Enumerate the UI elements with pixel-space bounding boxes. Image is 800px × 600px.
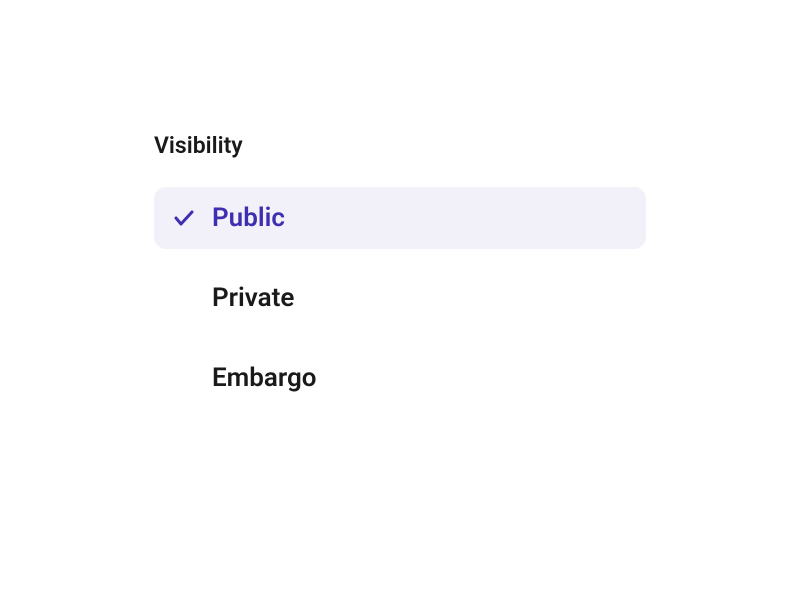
- option-label: Private: [212, 283, 294, 313]
- visibility-option-list: Public Private Embargo: [154, 187, 646, 409]
- visibility-option-embargo[interactable]: Embargo: [154, 347, 646, 409]
- check-icon: [172, 206, 196, 230]
- visibility-title: Visibility: [154, 132, 646, 159]
- option-label: Public: [212, 203, 285, 233]
- visibility-option-public[interactable]: Public: [154, 187, 646, 249]
- option-label: Embargo: [212, 363, 316, 393]
- visibility-option-private[interactable]: Private: [154, 267, 646, 329]
